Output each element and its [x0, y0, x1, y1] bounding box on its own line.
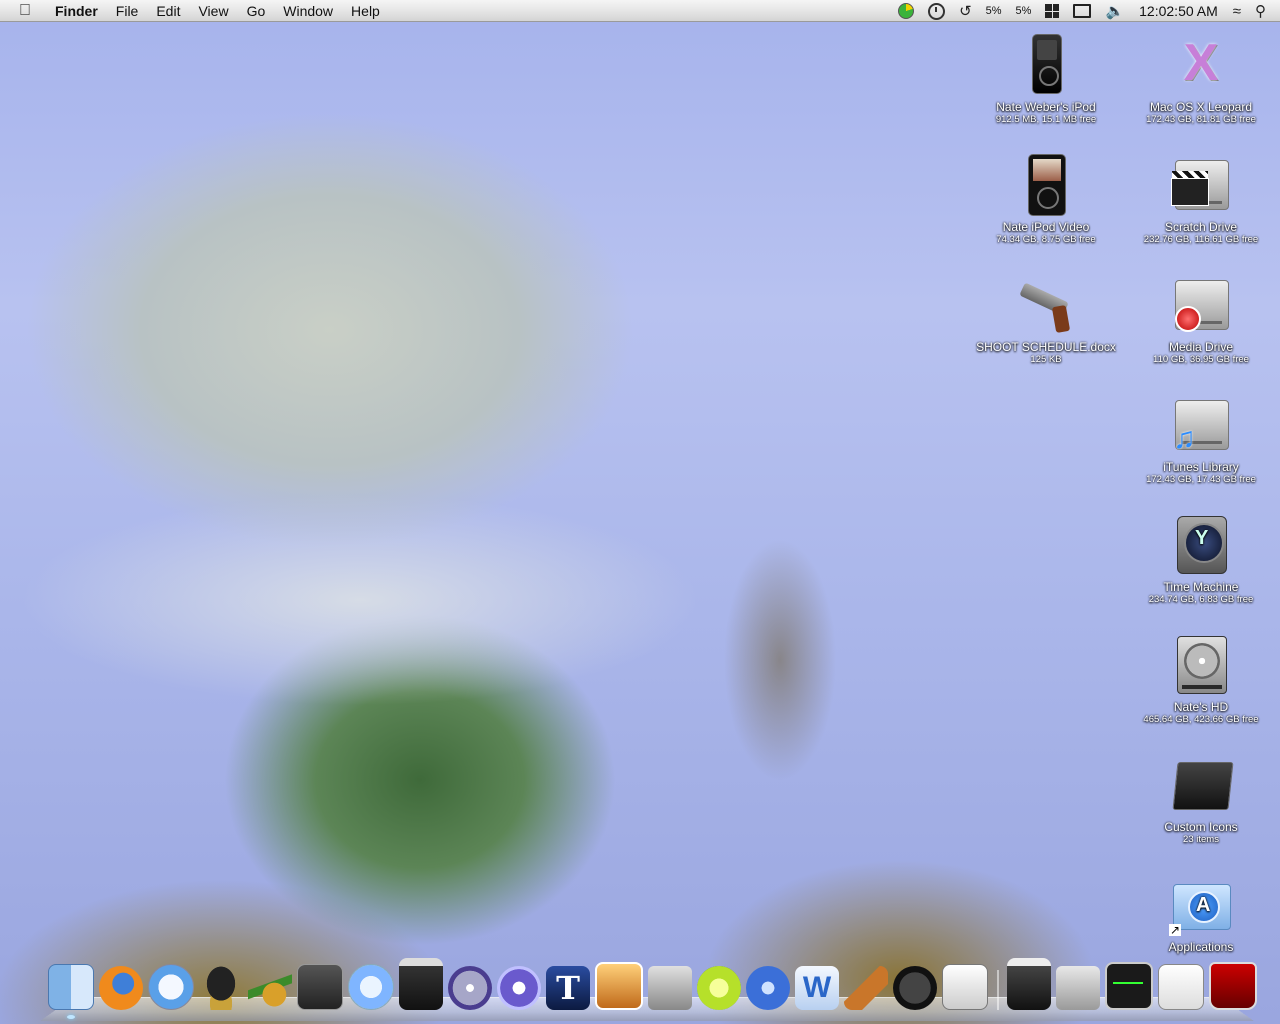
desktop-icon-label: iTunes Library — [1163, 460, 1239, 474]
menu-go[interactable]: Go — [238, 0, 275, 22]
desktop-icon-label: Time Machine — [1163, 580, 1239, 594]
itunes-icon[interactable] — [348, 964, 394, 1010]
desktop-icon-info: 125 KB — [1030, 354, 1062, 365]
desktop-icon-info: 74.34 GB, 8.75 GB free — [996, 234, 1096, 245]
globe-icon[interactable] — [746, 966, 790, 1010]
desktop-icon-time-machine[interactable]: Time Machine 234.74 GB, 6.83 GB free — [1121, 512, 1280, 606]
final-cut-2-icon[interactable] — [1007, 958, 1051, 1010]
desktop-icon-info: 172.43 GB, 17.43 GB free — [1146, 474, 1256, 485]
revolver-document-icon — [1014, 272, 1078, 336]
display-icon[interactable] — [1073, 0, 1092, 22]
desktop-icon-custom-icons[interactable]: Custom Icons 23 items — [1121, 752, 1280, 846]
desktop-icon-info: 234.74 GB, 6.83 GB free — [1148, 594, 1254, 605]
time-machine-icon[interactable]: ↺ — [959, 0, 972, 22]
menu-clock[interactable]: 12:02:50 AM — [1139, 0, 1218, 22]
desktop-icon-label: Nate iPod Video — [1002, 220, 1090, 234]
disk-usage-pie-icon[interactable] — [898, 0, 915, 22]
cpu-meter-2[interactable]: 5% — [1016, 0, 1032, 22]
film-icon[interactable] — [297, 964, 343, 1010]
time-machine-drive-icon — [1169, 512, 1233, 576]
final-cut-icon[interactable] — [399, 958, 443, 1010]
finder-icon[interactable] — [48, 964, 94, 1019]
desktop-icon-info: 110 GB, 36.95 GB free — [1153, 354, 1249, 365]
alias-arrow-icon: ↗ — [1169, 923, 1181, 937]
desktop-icon-shoot-schedule[interactable]: SHOOT SCHEDULE.docx 125 KB — [966, 272, 1126, 366]
app-icon[interactable] — [942, 964, 988, 1010]
activity-monitor-icon[interactable] — [1105, 962, 1153, 1010]
drive-music-icon: ♫ — [1169, 392, 1233, 456]
motion-icon[interactable] — [497, 966, 541, 1010]
black-folder-icon — [1169, 752, 1234, 816]
desktop-icon-label: Applications — [1168, 940, 1234, 954]
system-prefs-icon[interactable] — [1056, 966, 1100, 1010]
drive-media-icon — [1169, 272, 1233, 336]
desktop-icon-scratch-drive[interactable]: Scratch Drive 232.76 GB, 116.61 GB free — [1121, 152, 1280, 246]
menu-bar:  Finder File Edit View Go Window Help ↺… — [0, 0, 1280, 22]
utility-icon[interactable] — [648, 966, 692, 1010]
desktop-icon-label: Custom Icons — [1164, 820, 1238, 834]
menu-edit[interactable]: Edit — [147, 0, 189, 22]
apple-menu-icon[interactable]:  — [14, 0, 36, 22]
menu-help[interactable]: Help — [342, 0, 389, 22]
dock: T W — [48, 958, 1262, 1019]
dashboard-icon[interactable] — [893, 966, 937, 1010]
desktop-icon-nates-hd[interactable]: Nate's HD 465.64 GB, 423.66 GB free — [1121, 632, 1280, 726]
spaces-icon[interactable] — [1045, 0, 1060, 22]
desktop-icon-info: 23 items — [1183, 834, 1219, 845]
menu-file[interactable]: File — [107, 0, 148, 22]
pina-colada-icon[interactable] — [248, 966, 292, 1010]
word-icon[interactable]: W — [795, 966, 839, 1010]
desktop-icon-label: Scratch Drive — [1164, 220, 1238, 234]
desktop-icon-media-drive[interactable]: Media Drive 110 GB, 36.95 GB free — [1121, 272, 1280, 366]
desktop-icon-info: 912.5 MB, 15.1 MB free — [995, 114, 1097, 125]
document-stack-icon[interactable] — [1158, 964, 1204, 1010]
desktop-icon-itunes-library[interactable]: ♫ iTunes Library 172.43 GB, 17.43 GB fre… — [1121, 392, 1280, 486]
cpu-meter-1[interactable]: 5% — [986, 0, 1002, 22]
wallpaper-detail — [700, 470, 900, 850]
trash-icon[interactable] — [1209, 962, 1257, 1010]
menu-window[interactable]: Window — [274, 0, 342, 22]
firefox-icon[interactable] — [99, 966, 143, 1010]
safari-icon[interactable] — [148, 964, 194, 1010]
desktop-icon-label: Nate Weber's iPod — [996, 100, 1096, 114]
stopwatch-icon[interactable] — [928, 0, 946, 22]
dvd-studio-icon[interactable] — [448, 966, 492, 1010]
dock-separator — [997, 970, 999, 1010]
spotlight-search-icon[interactable]: ⚲ — [1255, 0, 1266, 22]
desktop-icon-label: Media Drive — [1168, 340, 1234, 354]
desktop-icon-label: SHOOT SCHEDULE.docx — [976, 340, 1116, 354]
desktop-icon-label: Nate's HD — [1173, 700, 1229, 714]
desktop-icon-info: 172.43 GB, 81.81 GB free — [1146, 114, 1256, 125]
menu-view[interactable]: View — [189, 0, 237, 22]
desktop-icon-label: Mac OS X Leopard — [1149, 100, 1253, 114]
ninja-icon[interactable] — [199, 966, 243, 1010]
desktop-icon-info: 232.76 GB, 116.61 GB free — [1143, 234, 1259, 245]
limewire-icon[interactable] — [697, 966, 741, 1010]
desktop-icon-nate-webers-ipod[interactable]: Nate Weber's iPod 912.5 MB, 15.1 MB free — [966, 32, 1126, 126]
leopard-x-icon: X — [1183, 34, 1219, 92]
desktop-icon-applications[interactable]: ↗ Applications — [1121, 872, 1280, 954]
iphoto-icon[interactable] — [595, 962, 643, 1010]
wifi-icon[interactable]: ≈ — [1233, 0, 1241, 22]
hard-drive-icon — [1169, 632, 1233, 696]
applications-folder-icon: ↗ — [1169, 872, 1233, 936]
livetype-icon[interactable]: T — [546, 966, 590, 1010]
ipod-icon — [1014, 32, 1078, 96]
menu-app-finder[interactable]: Finder — [46, 0, 107, 22]
desktop-icon-info: 465.64 GB, 423.66 GB free — [1143, 714, 1259, 725]
drive-clapper-icon — [1169, 152, 1233, 216]
volume-icon[interactable]: 🔈 — [1105, 0, 1124, 22]
garageband-icon[interactable] — [844, 966, 888, 1010]
desktop-icon-nate-ipod-video[interactable]: Nate iPod Video 74.34 GB, 8.75 GB free — [966, 152, 1126, 246]
desktop-icon-mac-os-x-leopard[interactable]: X Mac OS X Leopard 172.43 GB, 81.81 GB f… — [1121, 32, 1280, 126]
ipod-video-icon — [1014, 152, 1078, 216]
